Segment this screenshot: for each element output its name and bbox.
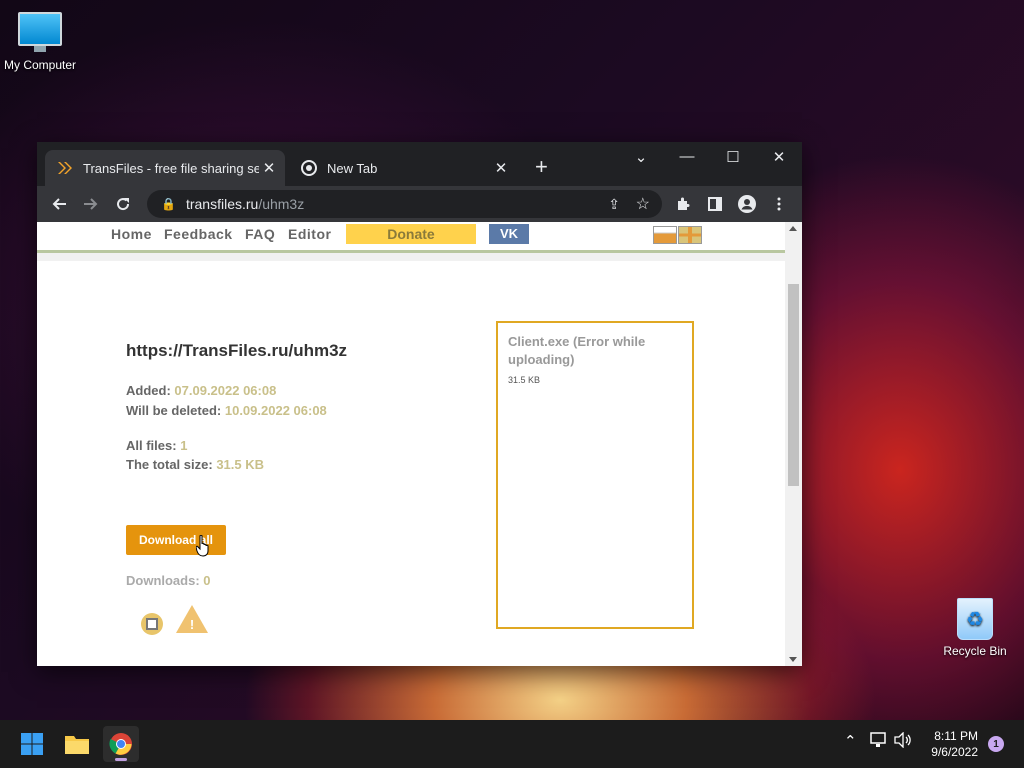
files-value: 1 <box>180 438 188 453</box>
url-host: transfiles.ru <box>185 196 259 212</box>
added-info: Added: 07.09.2022 06:08 <box>126 383 276 398</box>
back-arrow-icon <box>52 198 66 210</box>
nav-faq[interactable]: FAQ <box>245 226 275 242</box>
browser-toolbar: 🔒 transfiles.ru/uhm3z ⇪ ☆ <box>37 186 802 222</box>
desktop-icon-recycle-bin[interactable]: ♻ Recycle Bin <box>935 598 1015 658</box>
forward-button[interactable] <box>79 192 103 216</box>
active-indicator <box>115 758 127 761</box>
file-size: 31.5 KB <box>508 375 541 385</box>
taskbar: ⌃ 8:11 PM 9/6/2022 1 <box>0 720 1024 768</box>
desktop-icon-label: Recycle Bin <box>943 644 1007 658</box>
title-bar: TransFiles - free file sharing servic ✕ … <box>37 142 802 186</box>
english-flag-icon[interactable] <box>678 226 702 244</box>
vertical-scrollbar[interactable] <box>785 222 802 666</box>
address-bar[interactable]: 🔒 transfiles.ru/uhm3z ⇪ ☆ <box>147 190 662 218</box>
profile-icon <box>738 195 756 213</box>
tab-title: New Tab <box>327 160 378 176</box>
url-path: /uhm3z <box>258 196 305 212</box>
size-label: The total size: <box>126 457 213 472</box>
new-tab-button[interactable]: + <box>535 156 548 178</box>
close-tab-icon[interactable]: ✕ <box>491 159 511 177</box>
clock-time: 8:11 PM <box>934 729 978 743</box>
puzzle-icon <box>678 197 690 210</box>
maximize-button[interactable]: ☐ <box>713 148 753 166</box>
hand-cursor-icon <box>196 535 209 557</box>
scroll-down-arrow-icon[interactable] <box>789 657 797 662</box>
nav-editor[interactable]: Editor <box>288 226 331 242</box>
reload-icon <box>117 198 130 211</box>
start-button[interactable] <box>14 726 50 762</box>
menu-button[interactable] <box>767 192 791 216</box>
tab-new-tab[interactable]: New Tab ✕ <box>289 150 517 186</box>
file-explorer-button[interactable] <box>59 726 95 762</box>
scroll-up-arrow-icon[interactable] <box>789 226 797 231</box>
downloads-label: Downloads: <box>126 573 200 588</box>
extensions-button[interactable] <box>671 192 695 216</box>
added-label: Added: <box>126 383 171 398</box>
windows-logo-icon <box>21 733 43 755</box>
close-tab-icon[interactable]: ✕ <box>259 159 279 177</box>
tab-title: TransFiles - free file sharing servic <box>83 160 259 176</box>
monitor-icon <box>18 12 62 52</box>
web-page: Home Feedback FAQ Editor Donate VK https… <box>37 222 785 666</box>
kebab-menu-icon <box>777 197 781 211</box>
chrome-taskbar-button[interactable] <box>103 726 139 762</box>
recycle-bin-icon: ♻ <box>957 598 993 640</box>
side-panel-icon <box>708 197 722 211</box>
nav-feedback[interactable]: Feedback <box>164 226 233 242</box>
download-all-button[interactable]: Download all <box>126 525 226 555</box>
profile-button[interactable] <box>735 192 759 216</box>
forward-arrow-icon <box>84 198 98 210</box>
deleted-info: Will be deleted: 10.09.2022 06:08 <box>126 403 327 418</box>
files-info: All files: 1 <box>126 438 187 453</box>
site-nav: Home Feedback FAQ Editor Donate VK <box>37 222 785 253</box>
back-button[interactable] <box>47 192 71 216</box>
transfiles-logo-icon <box>57 160 73 176</box>
browser-window: TransFiles - free file sharing servic ✕ … <box>37 142 802 666</box>
deleted-label: Will be deleted: <box>126 403 222 418</box>
page-viewport: Home Feedback FAQ Editor Donate VK https… <box>37 222 802 666</box>
chrome-icon <box>301 160 317 176</box>
notification-badge[interactable]: 1 <box>988 736 1004 752</box>
tray-overflow-icon[interactable]: ⌃ <box>844 732 857 750</box>
system-clock[interactable]: 8:11 PM 9/6/2022 <box>931 728 978 760</box>
russian-flag-icon[interactable] <box>653 226 677 244</box>
nav-home[interactable]: Home <box>111 226 152 242</box>
size-info: The total size: 31.5 KB <box>126 457 264 472</box>
desktop-icon-my-computer[interactable]: My Computer <box>0 12 80 72</box>
reload-button[interactable] <box>111 192 135 216</box>
minimize-button[interactable]: — <box>667 148 707 165</box>
added-value: 07.09.2022 06:08 <box>174 383 277 398</box>
tab-transfiles[interactable]: TransFiles - free file sharing servic ✕ <box>45 150 285 186</box>
volume-icon[interactable] <box>894 731 912 752</box>
share-icon[interactable]: ⇪ <box>608 196 620 213</box>
deleted-value: 10.09.2022 06:08 <box>224 403 327 418</box>
side-panel-button[interactable] <box>703 192 727 216</box>
folder-icon <box>65 736 89 754</box>
donate-button[interactable]: Donate <box>346 224 476 244</box>
tab-search-button[interactable]: ⌄ <box>621 148 661 166</box>
size-value: 31.5 KB <box>216 457 265 472</box>
downloads-value: 0 <box>203 573 211 588</box>
desktop-icon-label: My Computer <box>3 58 77 72</box>
file-card[interactable]: Client.exe (Error while uploading) 31.5 … <box>496 321 694 629</box>
qr-code-icon[interactable] <box>141 613 163 635</box>
bookmark-star-icon[interactable]: ☆ <box>636 194 650 214</box>
main-content: https://TransFiles.ru/uhm3z Added: 07.09… <box>37 261 785 666</box>
close-window-button[interactable]: ✕ <box>759 148 799 166</box>
lock-icon: 🔒 <box>161 197 176 211</box>
files-label: All files: <box>126 438 177 453</box>
file-name: Client.exe (Error while uploading) <box>508 334 646 367</box>
network-icon[interactable] <box>870 732 888 752</box>
vk-button[interactable]: VK <box>489 224 529 244</box>
scroll-thumb[interactable] <box>788 284 799 486</box>
chrome-icon <box>109 733 132 755</box>
share-link[interactable]: https://TransFiles.ru/uhm3z <box>126 341 347 361</box>
downloads-info: Downloads: 0 <box>126 573 211 588</box>
clock-date: 9/6/2022 <box>931 745 978 759</box>
